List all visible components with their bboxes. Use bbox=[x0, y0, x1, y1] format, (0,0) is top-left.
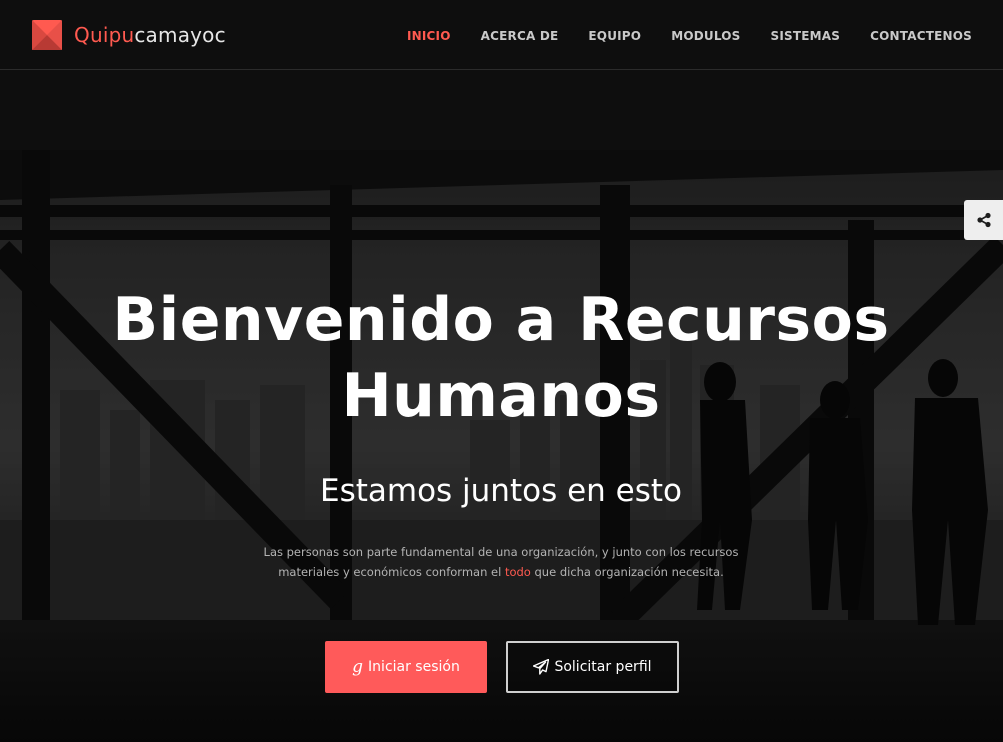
nav-item-modulos[interactable]: MODULOS bbox=[671, 29, 740, 43]
brand-name-rest: camayoc bbox=[134, 23, 226, 47]
nav-item-contactenos[interactable]: CONTACTENOS bbox=[870, 29, 972, 43]
nav-item-acerca-de[interactable]: ACERCA DE bbox=[481, 29, 559, 43]
hero-description-end: que dicha organización necesita. bbox=[530, 565, 724, 579]
nav-item-equipo[interactable]: EQUIPO bbox=[588, 29, 641, 43]
hero-title: Bienvenido a Recursos Humanos bbox=[112, 285, 890, 431]
share-icon bbox=[976, 212, 991, 228]
brand-name-accent: Quipu bbox=[74, 23, 135, 47]
request-profile-button[interactable]: Solicitar perfil bbox=[506, 641, 679, 693]
hero-description: Las personas son parte fundamental de un… bbox=[241, 542, 761, 582]
hero-description-highlight: todo bbox=[504, 565, 531, 579]
google-icon: g bbox=[352, 656, 364, 677]
paper-plane-icon bbox=[533, 659, 550, 675]
request-profile-button-label: Solicitar perfil bbox=[554, 659, 652, 675]
nav-item-sistemas[interactable]: SISTEMAS bbox=[771, 29, 841, 43]
hero-subtitle: Estamos juntos en esto bbox=[319, 473, 682, 509]
nav-item-inicio[interactable]: INICIO bbox=[407, 29, 451, 43]
top-navbar: Quipucamayoc INICIO ACERCA DE EQUIPO MOD… bbox=[0, 0, 1003, 70]
share-button[interactable] bbox=[964, 200, 1003, 240]
red-diamond-logo-icon bbox=[32, 20, 62, 50]
main-menu: INICIO ACERCA DE EQUIPO MODULOS SISTEMAS… bbox=[377, 0, 972, 69]
login-button[interactable]: g Iniciar sesión bbox=[325, 641, 487, 693]
login-button-label: Iniciar sesión bbox=[368, 659, 460, 675]
brand-home-link[interactable]: Quipucamayoc bbox=[32, 19, 226, 51]
brand-name: Quipucamayoc bbox=[74, 23, 226, 47]
